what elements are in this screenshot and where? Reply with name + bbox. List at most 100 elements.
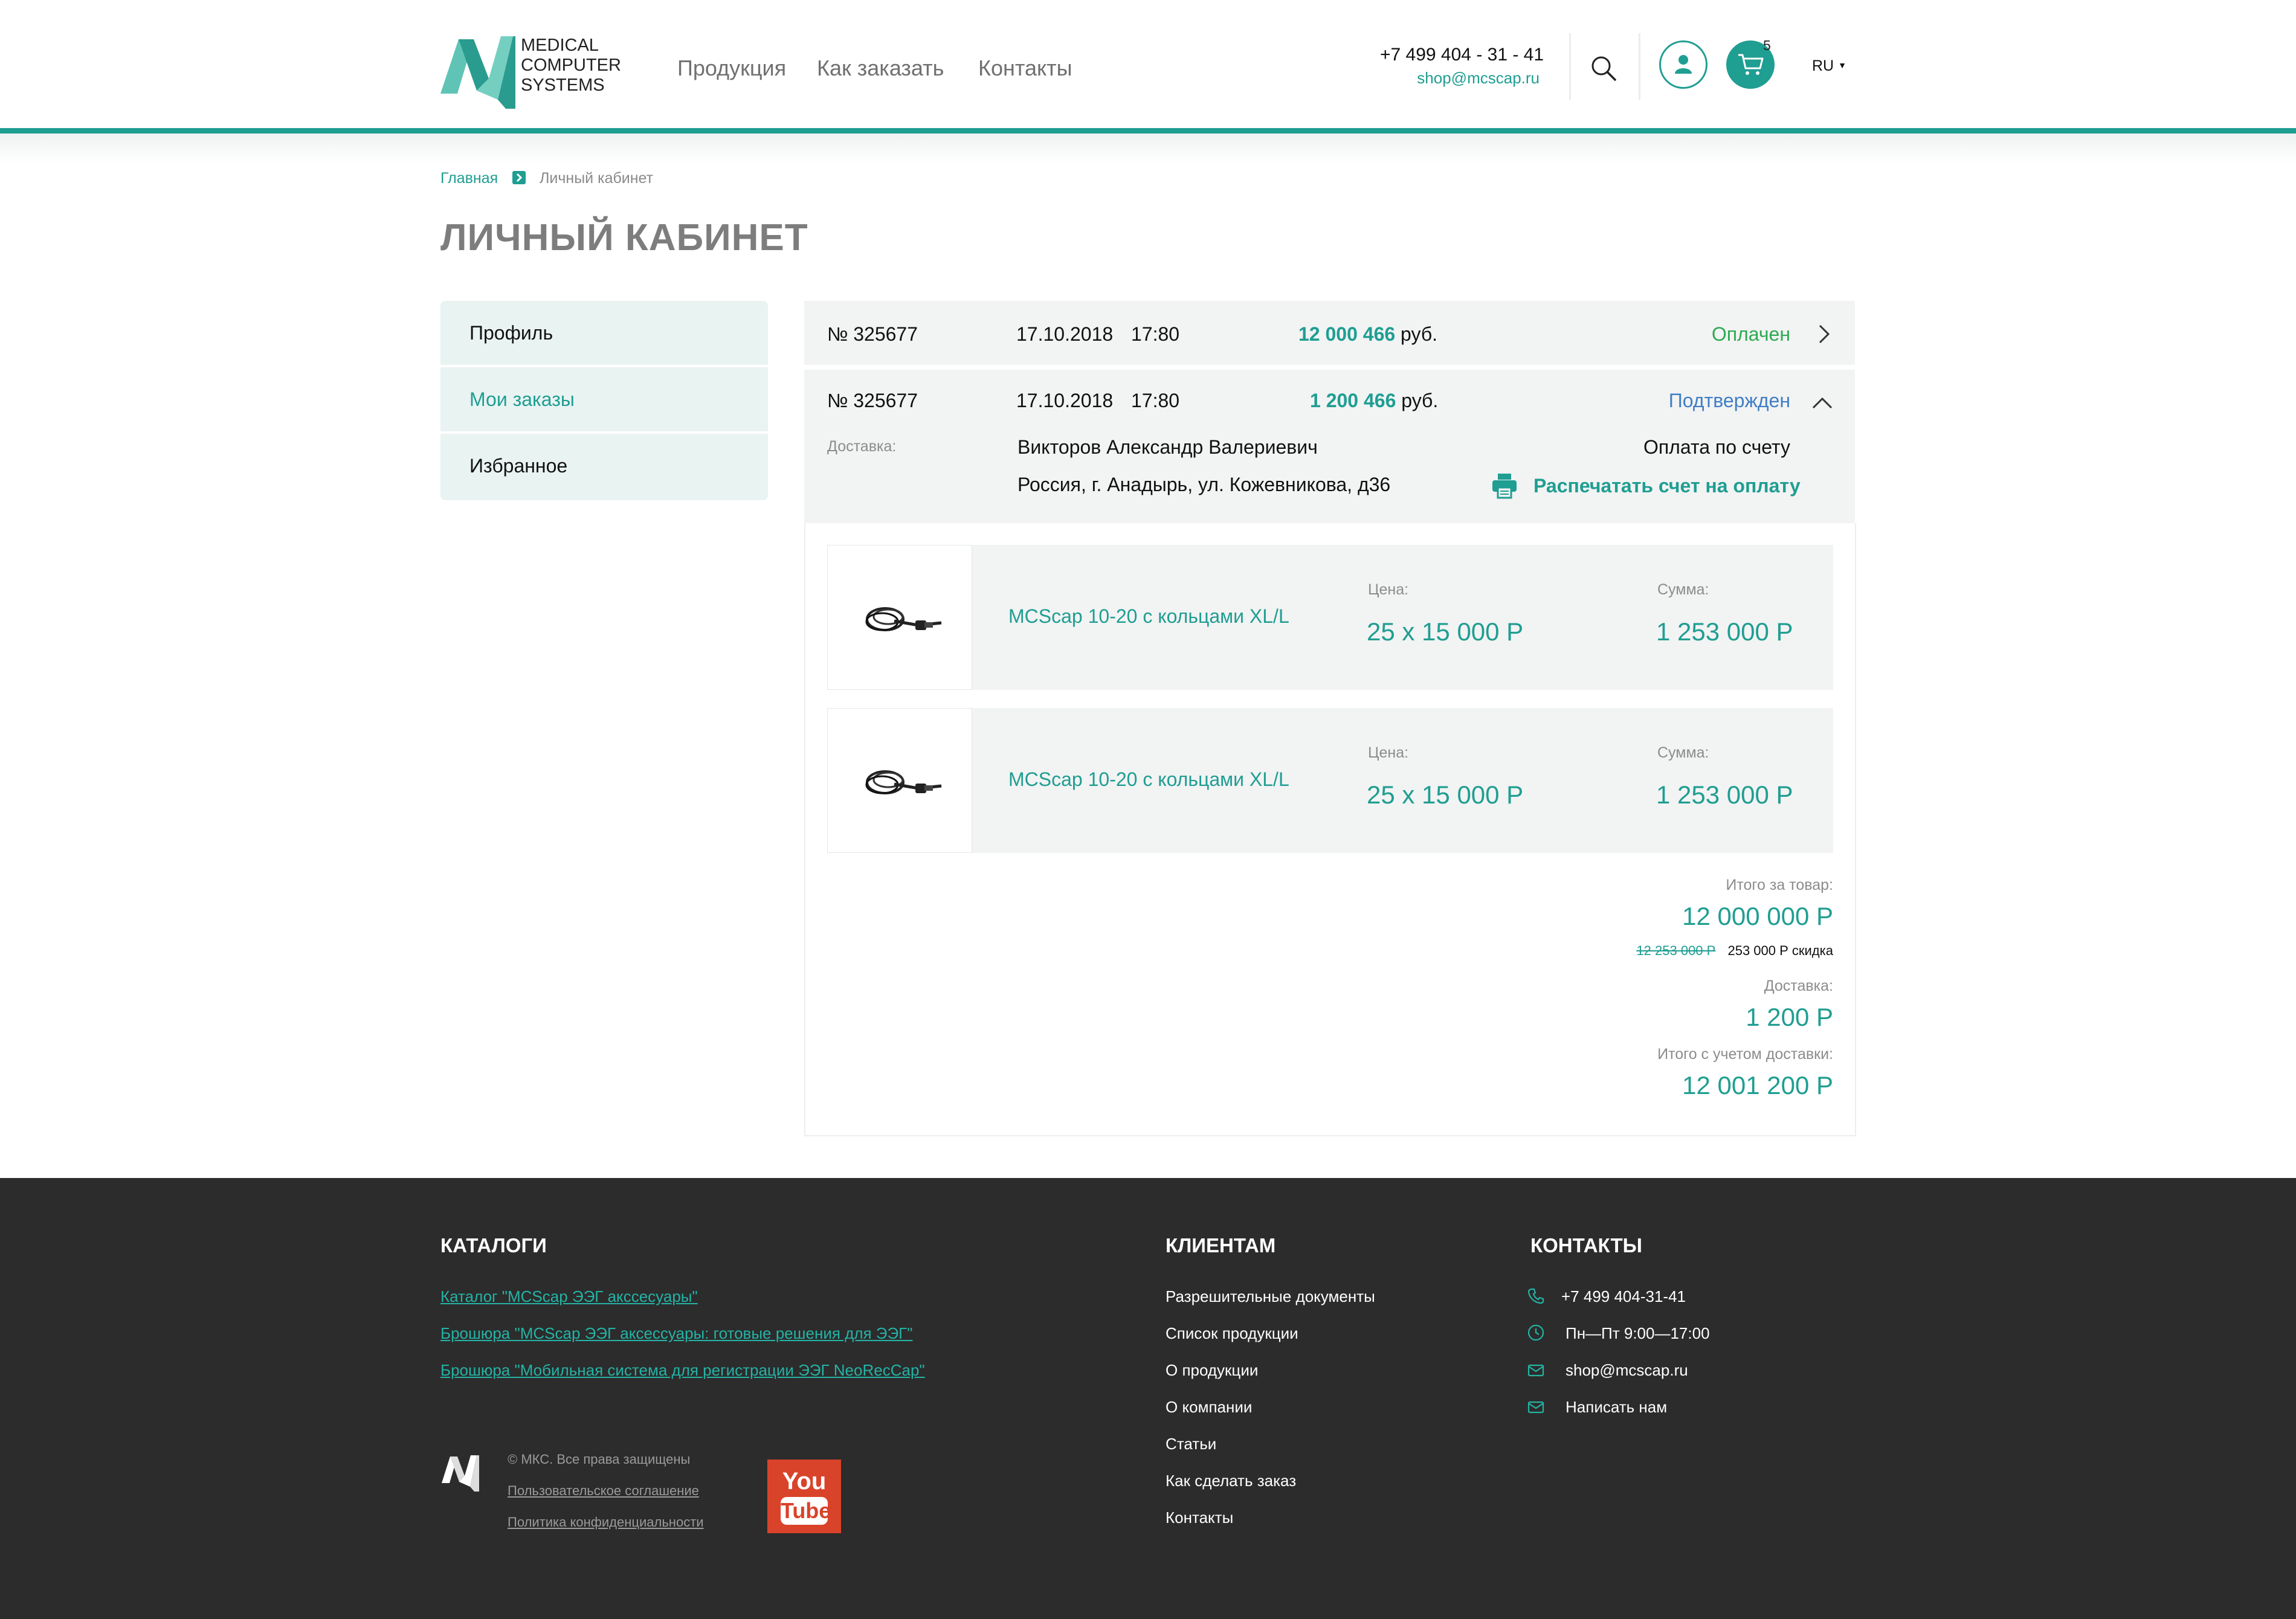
language-label: RU <box>1812 57 1834 74</box>
goods-total-label: Итого за товар: <box>1726 877 1833 893</box>
order-currency: руб. <box>1401 390 1439 411</box>
language-selector[interactable]: RU ▼ <box>1812 57 1846 75</box>
breadcrumb-current: Личный кабинет <box>540 170 654 187</box>
user-icon <box>1675 55 1692 74</box>
order-amount: 1 200 466 руб. <box>1310 390 1438 412</box>
sidebar-item-orders[interactable]: Мои заказы <box>440 367 768 431</box>
logo-line-1: MEDICAL <box>521 36 599 55</box>
price-value: 25 x 15 000 Р <box>1367 617 1524 646</box>
youtube-logo-you: You <box>782 1468 827 1495</box>
footer-catalogs-heading: КАТАЛОГИ <box>440 1234 547 1257</box>
delivery-cost-value: 1 200 Р <box>1746 1003 1833 1031</box>
logo-text: MEDICAL COMPUTER SYSTEMS <box>521 36 621 95</box>
chevron-right-icon[interactable] <box>1817 324 1831 344</box>
sidebar-item-label: Профиль <box>469 322 553 344</box>
cart-count-badge: 5 <box>1763 37 1771 53</box>
nav-contacts[interactable]: Контакты <box>978 56 1072 81</box>
search-icon[interactable] <box>1590 55 1617 82</box>
page-title: ЛИЧНЫЙ КАБИНЕТ <box>440 217 808 259</box>
youtube-button[interactable]: You Tube <box>767 1460 841 1533</box>
order-row[interactable]: № 325677 17.10.2018 17:80 12 000 466 руб… <box>804 301 1855 365</box>
logo[interactable]: MEDICAL COMPUTER SYSTEMS <box>440 33 622 112</box>
account-sidebar: Профиль Мои заказы Избранное <box>440 301 768 500</box>
footer-link-about-company[interactable]: О компании <box>1166 1398 1252 1417</box>
nav-products[interactable]: Продукция <box>677 56 786 81</box>
footer-catalog-link[interactable]: Брошюра "Мобильная система для регистрац… <box>440 1361 925 1380</box>
logo-line-2: COMPUTER <box>521 56 621 75</box>
cable-product-image <box>865 770 942 794</box>
product-name[interactable]: MCScap 10-20 с кольцами XL/L <box>1008 605 1289 628</box>
price-label: Цена: <box>1368 744 1409 761</box>
footer-email[interactable]: shop@mcscap.ru <box>1566 1361 1688 1380</box>
breadcrumb-home[interactable]: Главная <box>440 170 498 187</box>
sidebar-item-favorites[interactable]: Избранное <box>440 434 768 500</box>
youtube-logo-tube-box: Tube <box>781 1497 831 1525</box>
order-row-expanded[interactable]: № 325677 17.10.2018 17:80 1 200 466 руб.… <box>804 370 1855 523</box>
footer-contacts-heading: КОНТАКТЫ <box>1530 1234 1642 1257</box>
delivery-label: Доставка: <box>827 438 897 455</box>
privacy-policy-link[interactable]: Политика конфиденциальности <box>508 1514 704 1530</box>
order-currency: руб. <box>1401 323 1438 345</box>
footer-clients-heading: КЛИЕНТАМ <box>1166 1234 1276 1257</box>
footer-link-about-products[interactable]: О продукции <box>1166 1361 1258 1380</box>
grand-total-value: 12 001 200 Р <box>1682 1071 1833 1099</box>
delivery-cost-label: Доставка: <box>1764 977 1833 994</box>
order-time: 17:80 <box>1131 323 1180 345</box>
logo-line-3: SYSTEMS <box>521 76 605 95</box>
sidebar-item-label: Избранное <box>469 455 568 477</box>
header-divider <box>1569 33 1571 100</box>
cart-icon <box>1738 54 1764 75</box>
header-accent-line <box>0 128 2296 134</box>
footer-link-contacts[interactable]: Контакты <box>1166 1508 1233 1527</box>
logo-mark-icon <box>440 36 515 109</box>
footer-link-product-list[interactable]: Список продукции <box>1166 1324 1298 1343</box>
header-phone[interactable]: +7 499 404 - 31 - 41 <box>1380 45 1544 65</box>
order-number: № 325677 <box>827 390 918 411</box>
mail-icon <box>1527 1364 1544 1377</box>
youtube-logo-tube: Tube <box>781 1498 831 1523</box>
account-button[interactable] <box>1659 40 1707 89</box>
grand-total-label: Итого с учетом доставки: <box>1657 1046 1833 1063</box>
order-item: MCScap 10-20 с кольцами XL/L Цена: 25 x … <box>827 708 1833 853</box>
footer-link-documents[interactable]: Разрешительные документы <box>1166 1287 1375 1306</box>
sum-value: 1 253 000 Р <box>1656 781 1793 809</box>
print-invoice-button[interactable]: Распечатать счет на оплату <box>1491 471 1801 501</box>
footer-link-articles[interactable]: Статьи <box>1166 1435 1216 1453</box>
order-time: 17:80 <box>1131 390 1180 411</box>
copyright: © МКС. Все права защищены <box>508 1452 691 1467</box>
delivery-recipient: Викторов Александр Валериевич <box>1017 436 1318 458</box>
site-footer: КАТАЛОГИ Каталог "MCScap ЭЭГ акссесуары"… <box>0 1178 2296 1619</box>
user-agreement-link[interactable]: Пользовательское соглашение <box>508 1483 699 1499</box>
order-item: MCScap 10-20 с кольцами XL/L Цена: 25 x … <box>827 545 1833 690</box>
footer-write-us[interactable]: Написать нам <box>1566 1398 1667 1417</box>
chevron-up-icon[interactable] <box>1811 396 1833 410</box>
print-invoice-label: Распечатать счет на оплату <box>1533 475 1801 497</box>
footer-link-how-to-order[interactable]: Как сделать заказ <box>1166 1472 1296 1490</box>
footer-catalog-link[interactable]: Брошюра "MCScap ЭЭГ аксессуары: готовые … <box>440 1324 912 1343</box>
product-name[interactable]: MCScap 10-20 с кольцами XL/L <box>1008 768 1289 791</box>
header-email[interactable]: shop@mcscap.ru <box>1417 69 1540 88</box>
footer-logo-icon[interactable] <box>442 1453 482 1493</box>
phone-icon <box>1527 1288 1544 1304</box>
nav-how-to-order[interactable]: Как заказать <box>817 56 944 81</box>
sum-value: 1 253 000 Р <box>1656 617 1793 646</box>
order-number: № 325677 <box>827 323 918 345</box>
header-shadow <box>0 134 2296 164</box>
footer-catalog-link[interactable]: Каталог "MCScap ЭЭГ акссесуары" <box>440 1287 698 1306</box>
product-thumbnail[interactable] <box>827 708 972 853</box>
price-label: Цена: <box>1368 581 1409 598</box>
order-date: 17.10.2018 <box>1016 323 1114 345</box>
order-status: Оплачен <box>1711 323 1790 345</box>
mail-icon <box>1527 1401 1544 1414</box>
order-status: Подтвержден <box>1668 390 1790 411</box>
header-divider <box>1639 33 1640 100</box>
footer-phone[interactable]: +7 499 404-31-41 <box>1561 1287 1686 1306</box>
order-amount-value: 1 200 466 <box>1310 390 1396 411</box>
old-total: 12 253 000 Р <box>1636 943 1716 958</box>
chevron-down-icon: ▼ <box>1838 60 1846 70</box>
order-amount: 12 000 466 руб. <box>1298 323 1437 346</box>
product-thumbnail[interactable] <box>827 545 972 690</box>
sidebar-item-profile[interactable]: Профиль <box>440 301 768 365</box>
discount-amount: 253 000 Р скидка <box>1727 943 1833 958</box>
price-value: 25 x 15 000 Р <box>1367 781 1524 809</box>
